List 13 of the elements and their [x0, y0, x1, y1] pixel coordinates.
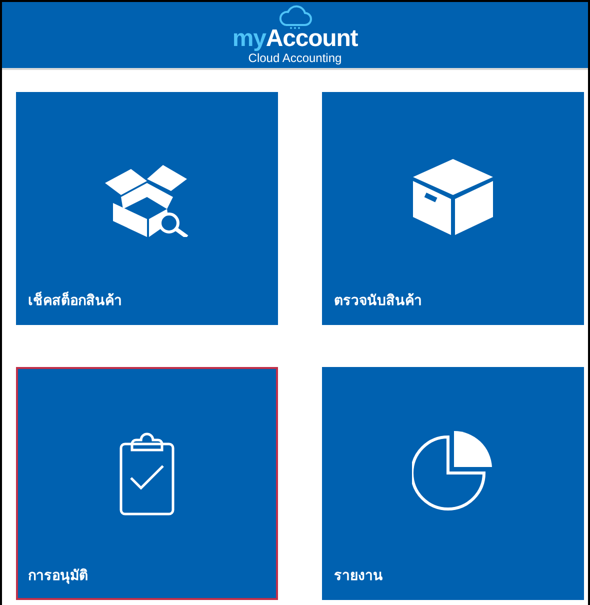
tile-label: ตรวจนับสินค้า	[334, 292, 422, 308]
menu-tile[interactable]: เช็คสต็อกสินค้า	[16, 92, 278, 325]
brand-logo: myAccount	[232, 27, 358, 51]
tile-label: รายงาน	[334, 567, 383, 583]
menu-tile[interactable]: ตรวจนับสินค้า	[322, 92, 584, 325]
box-icon	[413, 159, 493, 235]
tile-label: การอนุมัติ	[28, 567, 88, 583]
pie-chart-icon	[412, 431, 494, 513]
menu-tile[interactable]: รายงาน	[322, 367, 584, 600]
menu-tile[interactable]: การอนุมัติ	[16, 367, 278, 600]
tile-label: เช็คสต็อกสินค้า	[28, 292, 122, 308]
cloud-icon	[278, 5, 312, 29]
brand-tagline: Cloud Accounting	[248, 51, 342, 66]
